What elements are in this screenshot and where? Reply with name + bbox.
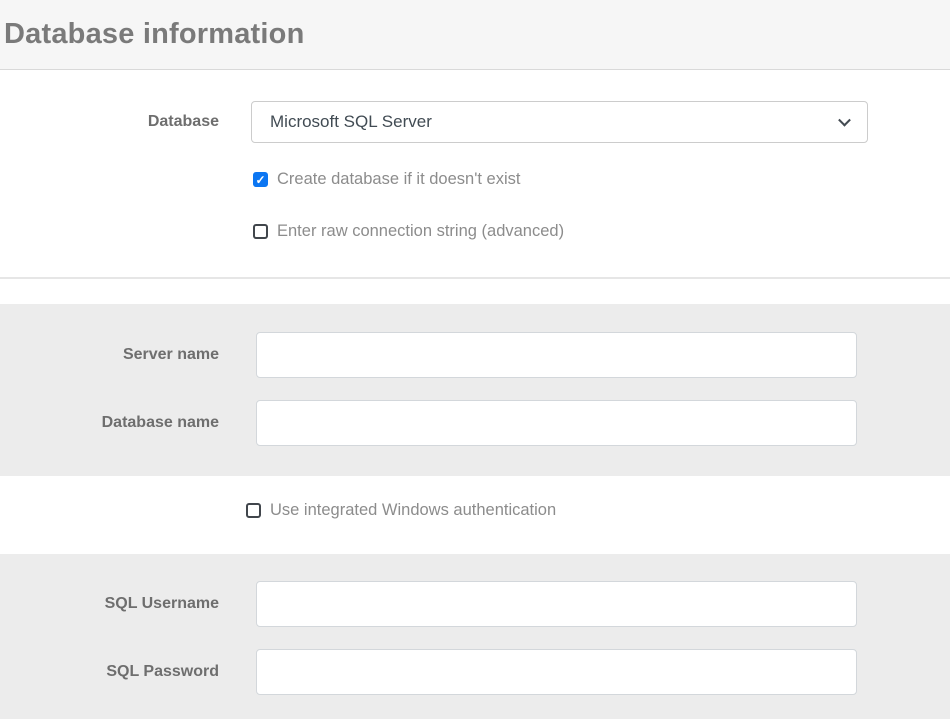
database-row: Database Microsoft SQL Server	[0, 101, 950, 143]
create-database-checkbox-row: ✓ Create database if it doesn't exist	[253, 170, 950, 189]
server-info-section: Server name Database name	[0, 304, 950, 476]
page-header: Database information	[0, 0, 950, 70]
checkmark-icon: ✓	[255, 174, 265, 186]
sql-username-label: SQL Username	[0, 595, 219, 613]
integrated-auth-checkbox-label[interactable]: Use integrated Windows authentication	[270, 501, 556, 520]
database-select-value: Microsoft SQL Server	[270, 112, 432, 132]
raw-connection-string-checkbox[interactable]: ✓	[253, 224, 268, 239]
server-name-label: Server name	[0, 346, 219, 364]
integrated-auth-checkbox[interactable]: ✓	[246, 503, 261, 518]
create-database-checkbox-label[interactable]: Create database if it doesn't exist	[277, 170, 520, 189]
server-name-input[interactable]	[256, 332, 857, 378]
sql-username-input[interactable]	[256, 581, 857, 627]
sql-username-row: SQL Username	[0, 581, 950, 627]
database-name-row: Database name	[0, 400, 950, 446]
page-title: Database information	[4, 18, 305, 51]
chevron-down-icon	[838, 114, 851, 127]
sql-password-label: SQL Password	[0, 663, 219, 681]
server-name-row: Server name	[0, 332, 950, 378]
sql-password-row: SQL Password	[0, 649, 950, 695]
section-divider	[0, 277, 950, 279]
raw-connection-string-checkbox-row: ✓ Enter raw connection string (advanced)	[253, 222, 950, 241]
database-select[interactable]: Microsoft SQL Server	[251, 101, 868, 143]
create-database-checkbox[interactable]: ✓	[253, 172, 268, 187]
sql-password-input[interactable]	[256, 649, 857, 695]
integrated-auth-checkbox-row: ✓ Use integrated Windows authentication	[246, 501, 950, 520]
sql-credentials-section: SQL Username SQL Password	[0, 554, 950, 719]
database-name-input[interactable]	[256, 400, 857, 446]
database-name-label: Database name	[0, 414, 219, 432]
database-label: Database	[0, 113, 219, 131]
raw-connection-string-checkbox-label[interactable]: Enter raw connection string (advanced)	[277, 222, 564, 241]
